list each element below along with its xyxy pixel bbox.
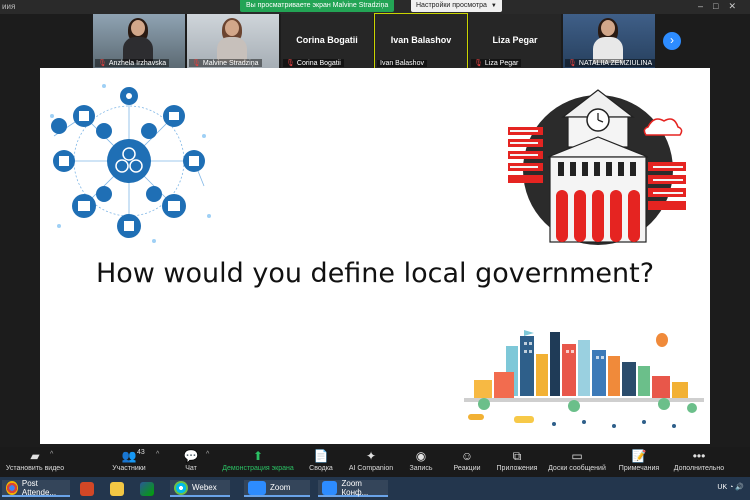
participant-tile[interactable]: Liza Pegar 🎙 Liza Pegar <box>469 14 561 68</box>
participant-tile[interactable]: 🎙 Anzhela Irzhavska <box>93 14 185 68</box>
video-camera-icon: ▰ <box>30 449 40 463</box>
windows-taskbar: Post Attende... Webex Zoom Zoom Конф... … <box>0 477 750 500</box>
zoom-icon <box>322 480 338 495</box>
network-illustration <box>50 84 211 243</box>
taskbar-file-explorer[interactable] <box>110 480 128 497</box>
share-screen-icon: ⬆ <box>252 449 264 463</box>
chevron-up-icon[interactable]: ^ <box>50 451 53 458</box>
zoom-icon <box>248 480 266 495</box>
whiteboards-button[interactable]: ▭ Доски сообщений <box>545 449 609 472</box>
more-dots-icon: ••• <box>692 449 706 463</box>
city-illustration <box>464 330 704 428</box>
chevron-up-icon[interactable]: ^ <box>156 451 159 458</box>
ai-companion-button[interactable]: ✦ AI Companion <box>344 449 398 472</box>
chevron-up-icon[interactable]: ^ <box>206 451 209 458</box>
participant-video <box>123 18 153 63</box>
muted-mic-icon: 🎙 <box>286 60 295 67</box>
taskbar-presentation-app[interactable] <box>80 480 98 497</box>
title-bar: иия Вы просматриваете экран Malvine Stra… <box>0 0 750 14</box>
chat-icon: 💬 <box>183 449 199 463</box>
language-indicator[interactable]: UK <box>717 484 727 491</box>
reaction-smiley-icon: ☺ <box>460 449 474 463</box>
more-button[interactable]: ••• Дополнительно <box>672 449 726 472</box>
notes-icon: 📝 <box>631 449 647 463</box>
window-title: иия <box>2 2 16 11</box>
meeting-toolbar: ▰ Установить видео ^ 👥 43 Участники ^ 💬 … <box>0 447 750 477</box>
participant-video <box>593 18 623 63</box>
muted-mic-icon: 🎙 <box>192 60 201 67</box>
participant-center-name: Ivan Balashov <box>390 35 452 45</box>
taskbar-chrome-window[interactable]: Post Attende... <box>2 479 70 497</box>
taskbar-webex[interactable]: Webex <box>170 480 230 497</box>
slide-question-text: How would you define local government? <box>95 258 655 289</box>
participant-tile-active-speaker[interactable]: Ivan Balashov Ivan Balashov <box>374 13 468 69</box>
app-icon <box>140 481 154 496</box>
window-controls[interactable]: –□✕ <box>698 1 746 12</box>
sparkle-icon: ✦ <box>365 449 377 463</box>
share-screen-button[interactable]: ⬆ Демонстрация экрана <box>220 449 296 472</box>
muted-mic-icon: 🎙 <box>568 60 577 67</box>
apps-icon: ⧉ <box>512 449 522 463</box>
participant-video <box>217 18 247 63</box>
participant-center-name: Corina Bogatii <box>296 35 358 45</box>
taskbar-zoom-meeting[interactable]: Zoom Конф... <box>318 479 388 497</box>
chrome-icon <box>6 480 18 495</box>
participant-tile[interactable]: 🎙 Malvine Stradziņa <box>187 14 279 68</box>
town-hall-illustration <box>508 89 686 245</box>
webex-icon <box>174 480 188 495</box>
participants-icon: 👥 <box>121 449 137 463</box>
chevron-down-icon: ▼ <box>490 3 497 9</box>
notification-icon: ◔ 🔊 <box>729 484 744 491</box>
record-button[interactable]: ◉ Запись <box>404 449 438 472</box>
participant-name: 🎙 Liza Pegar <box>471 59 522 67</box>
gallery-next-arrow-icon[interactable]: › <box>663 32 681 50</box>
participant-name: 🎙 Malvine Stradziņa <box>189 59 262 67</box>
view-options-button[interactable]: Настройки просмотра ▼ <box>411 0 502 12</box>
screen-share-banner: Вы просматриваете экран Malvine Stradziņ… <box>240 0 395 12</box>
participant-name: 🎙 Anzhela Irzhavska <box>95 59 170 67</box>
participant-gallery: 🎙 Anzhela Irzhavska 🎙 Malvine Stradziņa Co… <box>93 13 655 69</box>
summary-icon: 📄 <box>313 449 329 463</box>
participants-count: 43 <box>137 449 145 456</box>
participant-name: 🎙 NATALIIA ZEMZIULINA <box>565 59 655 67</box>
chat-button[interactable]: 💬 Чат ^ <box>176 449 210 472</box>
participant-tile[interactable]: 🎙 NATALIIA ZEMZIULINA <box>563 14 655 68</box>
apps-button[interactable]: ⧉ Приложения <box>494 449 540 472</box>
whiteboard-icon: ▭ <box>571 449 583 463</box>
participants-button[interactable]: 👥 43 Участники ^ <box>104 449 159 472</box>
reactions-button[interactable]: ☺ Реакции <box>450 449 484 472</box>
participant-tile[interactable]: Corina Bogatii 🎙 Corina Bogatii <box>281 14 373 68</box>
taskbar-app[interactable] <box>140 480 158 497</box>
taskbar-zoom[interactable]: Zoom <box>244 480 310 497</box>
view-options-label: Настройки просмотра <box>416 2 487 9</box>
zoom-window: иия Вы просматриваете экран Malvine Stra… <box>0 0 750 500</box>
participant-name: Ivan Balashov <box>377 60 427 67</box>
notes-button[interactable]: 📝 Примечания <box>617 449 661 472</box>
folder-icon <box>110 481 124 496</box>
participant-name: 🎙 Corina Bogatii <box>283 59 344 67</box>
start-video-button[interactable]: ▰ Установить видео ^ <box>0 449 70 472</box>
summary-button[interactable]: 📄 Сводка <box>306 449 336 472</box>
muted-mic-icon: 🎙 <box>98 60 107 67</box>
record-icon: ◉ <box>415 449 427 463</box>
powerpoint-icon <box>80 481 94 496</box>
participant-center-name: Liza Pegar <box>492 35 538 45</box>
muted-mic-icon: 🎙 <box>474 60 483 67</box>
shared-screen-slide: How would you define local government? <box>40 68 710 444</box>
system-tray[interactable]: UK ◔ 🔊 <box>717 483 744 491</box>
